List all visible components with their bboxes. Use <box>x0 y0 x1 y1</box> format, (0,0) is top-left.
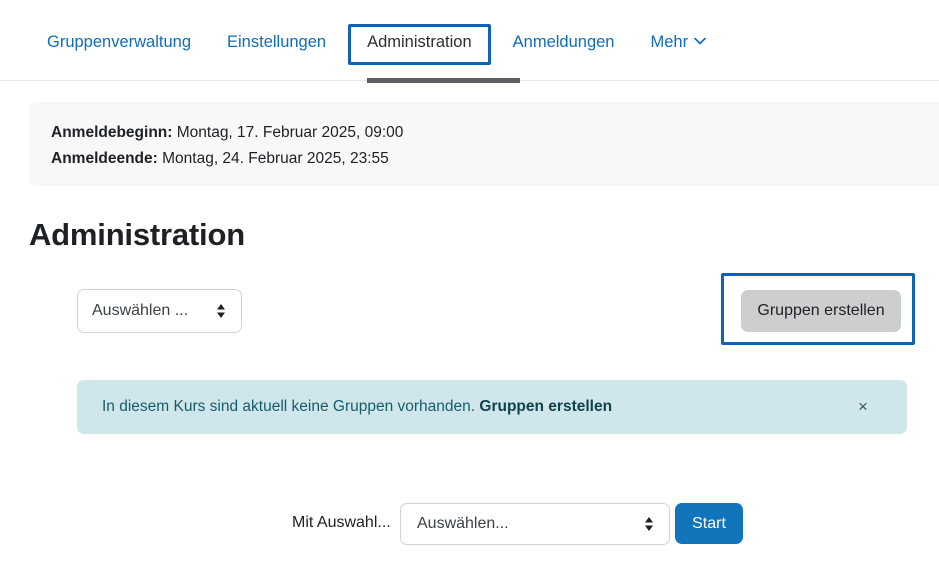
tab-einstellungen[interactable]: Einstellungen <box>209 24 344 65</box>
bulk-action-row: Mit Auswahl... Auswählen... Start <box>0 503 939 547</box>
page-title: Administration <box>29 217 245 252</box>
active-tab-underline <box>367 78 520 83</box>
enrolment-start-label: Anmeldebeginn: <box>51 124 173 141</box>
tab-anmeldungen-link[interactable]: Anmeldungen <box>495 24 633 65</box>
no-groups-alert-message: In diesem Kurs sind aktuell keine Gruppe… <box>102 398 476 415</box>
primary-tab-bar: Gruppenverwaltung Einstellungen Administ… <box>0 0 939 83</box>
enrolment-end-value: Montag, 24. Februar 2025, 23:55 <box>162 150 389 167</box>
start-button[interactable]: Start <box>675 503 743 544</box>
stepper-arrows-icon <box>643 515 655 533</box>
tab-mehr[interactable]: Mehr <box>632 24 724 65</box>
tab-gruppenverwaltung[interactable]: Gruppenverwaltung <box>29 24 209 65</box>
tab-administration-link[interactable]: Administration <box>351 27 488 62</box>
close-icon[interactable]: × <box>852 396 874 418</box>
bulk-action-select-value: Auswählen... <box>417 515 509 532</box>
create-groups-focus-ring: Gruppen erstellen <box>721 273 915 345</box>
tab-gruppenverwaltung-link[interactable]: Gruppenverwaltung <box>29 24 209 65</box>
action-select[interactable]: Auswählen ... <box>77 289 242 333</box>
enrolment-start-value: Montag, 17. Februar 2025, 09:00 <box>176 124 404 141</box>
action-select-value: Auswählen ... <box>92 302 189 319</box>
tab-mehr-label: Mehr <box>650 33 689 51</box>
tab-mehr-link[interactable]: Mehr <box>632 24 724 65</box>
no-groups-alert-text: In diesem Kurs sind aktuell keine Gruppe… <box>102 398 852 416</box>
enrolment-end-line: Anmeldeende: Montag, 24. Februar 2025, 2… <box>51 146 939 172</box>
create-groups-button[interactable]: Gruppen erstellen <box>741 290 901 332</box>
tab-einstellungen-link[interactable]: Einstellungen <box>209 24 344 65</box>
stepper-arrows-icon <box>215 302 227 320</box>
enrolment-start-line: Anmeldebeginn: Montag, 17. Februar 2025,… <box>51 120 939 146</box>
no-groups-alert-link[interactable]: Gruppen erstellen <box>479 398 612 415</box>
no-groups-alert: In diesem Kurs sind aktuell keine Gruppe… <box>77 380 907 434</box>
enrolment-end-label: Anmeldeende: <box>51 150 158 167</box>
bulk-action-label: Mit Auswahl... <box>292 514 391 531</box>
tab-administration[interactable]: Administration <box>348 24 491 65</box>
tab-list: Gruppenverwaltung Einstellungen Administ… <box>29 24 724 81</box>
chevron-down-icon <box>694 37 706 45</box>
bulk-action-select[interactable]: Auswählen... <box>400 503 670 545</box>
enrolment-dates-box: Anmeldebeginn: Montag, 17. Februar 2025,… <box>29 102 939 186</box>
tab-anmeldungen[interactable]: Anmeldungen <box>495 24 633 65</box>
